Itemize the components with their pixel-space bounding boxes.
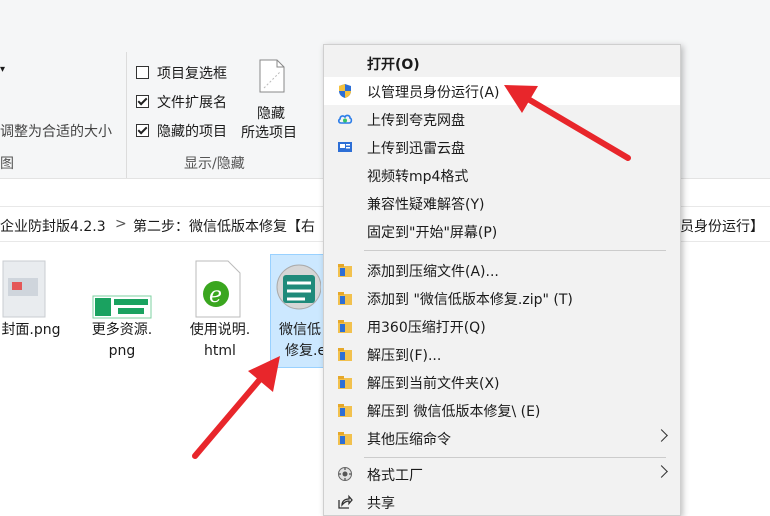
annotation-arrows: [192, 85, 631, 459]
red-arrow-to-file: [192, 356, 280, 459]
red-arrow-to-run-as-admin: [504, 85, 631, 161]
